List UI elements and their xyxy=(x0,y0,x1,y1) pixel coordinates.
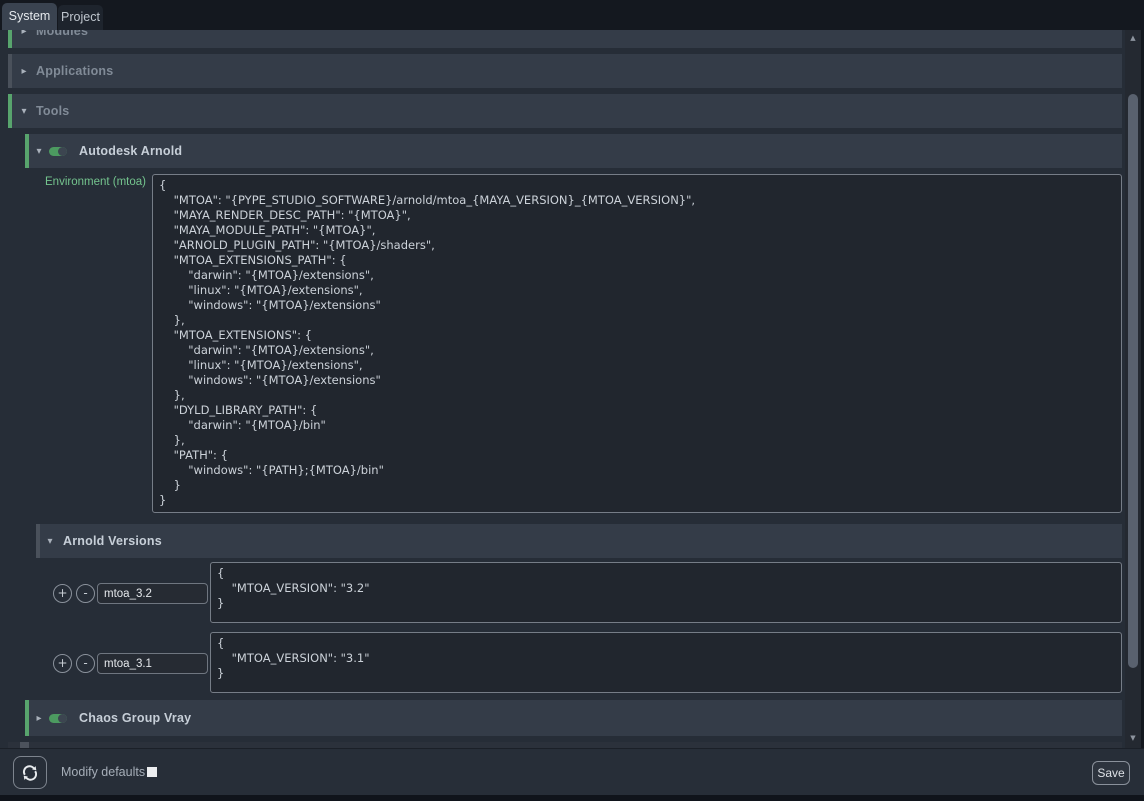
tab-system[interactable]: System xyxy=(2,3,57,30)
tab-project[interactable]: Project xyxy=(58,5,103,30)
section-autodesk-arnold[interactable]: ▾ Autodesk Arnold xyxy=(25,134,1122,168)
chevron-down-icon: ▾ xyxy=(33,146,45,157)
section-tools[interactable]: ▾ Tools xyxy=(8,94,1122,128)
footer-bar: Modify defaults Save xyxy=(0,748,1144,795)
chevron-down-icon: ▾ xyxy=(18,106,30,117)
chevron-down-icon: ▾ xyxy=(44,536,56,547)
section-versions-state-border xyxy=(36,524,40,558)
environment-mtoa-label: Environment (mtoa) xyxy=(10,176,146,188)
environment-mtoa-editor[interactable]: { "MTOA": "{PYPE_STUDIO_SOFTWARE}/arnold… xyxy=(152,174,1122,513)
section-arnold-title: Autodesk Arnold xyxy=(79,144,182,158)
modify-defaults-label: Modify defaults xyxy=(61,749,145,795)
tab-bar: System Project xyxy=(0,0,1144,30)
modify-defaults-checkbox[interactable] xyxy=(147,767,157,777)
section-versions-title: Arnold Versions xyxy=(63,534,162,548)
scroll-up-icon[interactable]: ▲ xyxy=(1125,30,1141,46)
window-bottom-edge xyxy=(0,795,1144,801)
remove-version-button[interactable]: - xyxy=(76,584,95,603)
section-modules-title: Modules xyxy=(36,30,88,38)
refresh-icon xyxy=(21,764,39,782)
save-button[interactable]: Save xyxy=(1092,761,1130,785)
version-key-input[interactable] xyxy=(97,653,208,674)
toggle-knob-icon xyxy=(58,714,67,723)
section-applications[interactable]: ▸ Applications xyxy=(8,54,1122,88)
section-arnold-state-border xyxy=(25,134,29,168)
settings-window: System Project ▸ Modules ▸ Applications … xyxy=(0,0,1144,801)
scroll-down-icon[interactable]: ▼ xyxy=(1125,730,1141,746)
section-modules-state-border xyxy=(8,30,12,48)
add-version-button[interactable]: + xyxy=(53,584,72,603)
version-key-input[interactable] xyxy=(97,583,208,604)
settings-scroll-area: ▸ Modules ▸ Applications ▾ Tools ▾ Autod… xyxy=(0,30,1125,748)
chevron-right-icon: ▸ xyxy=(18,30,30,37)
section-modules[interactable]: ▸ Modules xyxy=(8,30,1122,48)
add-version-button[interactable]: + xyxy=(53,654,72,673)
section-tools-title: Tools xyxy=(36,104,69,118)
version-json-editor[interactable]: { "MTOA_VERSION": "3.1" } xyxy=(210,632,1122,693)
section-applications-state-border xyxy=(8,54,12,88)
toggle-knob-icon xyxy=(58,147,67,156)
section-chaos-group-vray[interactable]: ▸ Chaos Group Vray xyxy=(25,700,1122,736)
refresh-button[interactable] xyxy=(13,756,47,789)
section-tools-state-border xyxy=(8,94,12,128)
section-applications-title: Applications xyxy=(36,64,113,78)
version-json-editor[interactable]: { "MTOA_VERSION": "3.2" } xyxy=(210,562,1122,623)
chevron-right-icon: ▸ xyxy=(33,713,45,724)
arnold-enabled-toggle[interactable] xyxy=(49,147,67,156)
remove-version-button[interactable]: - xyxy=(76,654,95,673)
vertical-scrollbar-thumb[interactable] xyxy=(1128,94,1138,668)
section-vray-title: Chaos Group Vray xyxy=(79,711,191,725)
chevron-right-icon: ▸ xyxy=(18,66,30,77)
section-vray-state-border xyxy=(25,700,29,736)
vertical-scrollbar[interactable]: ▲ ▼ xyxy=(1125,30,1141,748)
vray-enabled-toggle[interactable] xyxy=(49,714,67,723)
section-arnold-versions[interactable]: ▾ Arnold Versions xyxy=(36,524,1122,558)
